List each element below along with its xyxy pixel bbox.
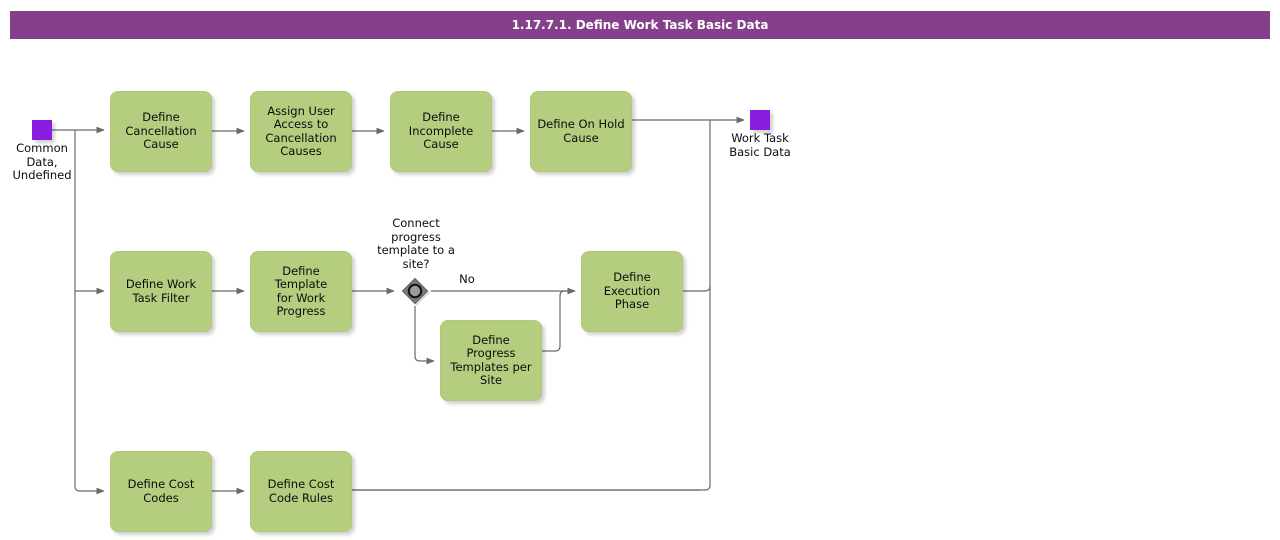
diagram-canvas: Common Data, Undefined Work Task Basic D…	[0, 0, 1280, 540]
edge-label-no: No	[459, 272, 475, 286]
task-define-cancellation-cause[interactable]: Define Cancellation Cause	[110, 91, 212, 172]
task-define-work-task-filter[interactable]: Define Work Task Filter	[110, 251, 212, 332]
task-label: Define Cancellation Cause	[125, 110, 197, 152]
task-define-cost-codes[interactable]: Define Cost Codes	[110, 451, 212, 532]
task-define-template-for-work-progress[interactable]: Define Template for Work Progress	[250, 251, 352, 332]
task-label: Define Progress Templates per Site	[450, 332, 532, 387]
task-label: Define Execution Phase	[603, 270, 661, 312]
end-event-label: Work Task Basic Data	[729, 131, 791, 159]
task-label: Define Cost Codes	[127, 477, 195, 505]
start-event[interactable]	[32, 120, 52, 140]
task-label: Define Cost Code Rules	[267, 477, 335, 505]
task-define-progress-templates-per-site[interactable]: Define Progress Templates per Site	[440, 320, 542, 401]
gateway-connect-progress-template[interactable]	[400, 276, 430, 306]
task-label: Assign User Access to Cancellation Cause…	[265, 103, 337, 158]
task-label: Define Work Task Filter	[125, 277, 197, 305]
task-label: Define Incomplete Cause	[408, 110, 474, 152]
gateway-label: Connect progress template to a site?	[377, 216, 455, 271]
task-label: Define Template for Work Progress	[274, 263, 328, 318]
end-event[interactable]	[750, 110, 770, 130]
gateway-diamond-icon	[401, 277, 430, 306]
task-define-execution-phase[interactable]: Define Execution Phase	[581, 251, 683, 332]
edge-progress-templates-to-merge	[542, 290, 575, 352]
start-event-label: Common Data, Undefined	[12, 141, 72, 182]
task-define-on-hold-cause[interactable]: Define On Hold Cause	[530, 91, 632, 172]
edge-start-bus	[74, 130, 105, 495]
edge-gateway-to-progress-templates	[414, 306, 435, 365]
edge-execution-to-collector	[683, 285, 711, 292]
task-label: Define On Hold Cause	[537, 117, 625, 145]
task-define-cost-code-rules[interactable]: Define Cost Code Rules	[250, 451, 352, 532]
task-define-incomplete-cause[interactable]: Define Incomplete Cause	[390, 91, 492, 172]
task-assign-user-access[interactable]: Assign User Access to Cancellation Cause…	[250, 91, 352, 172]
